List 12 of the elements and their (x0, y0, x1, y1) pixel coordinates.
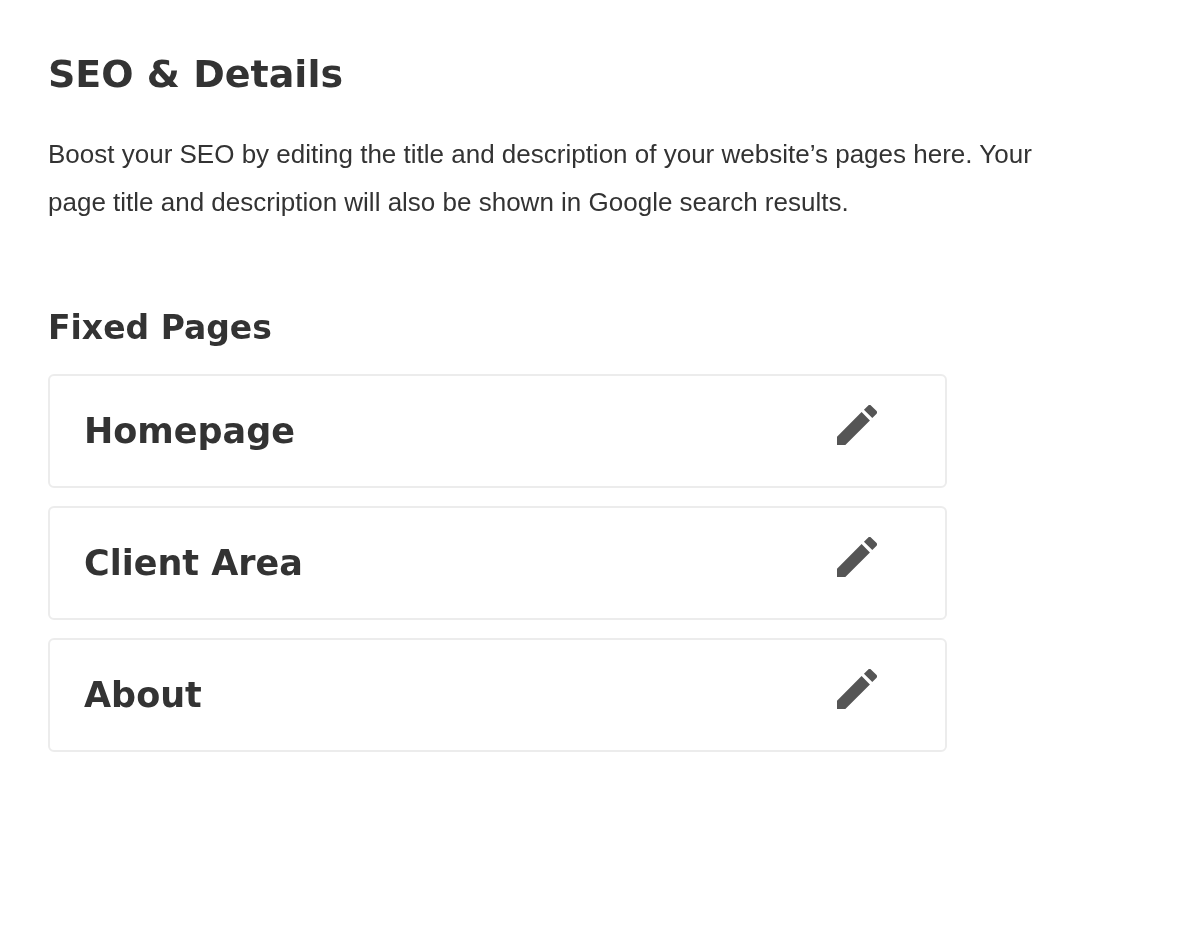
section-heading: Fixed Pages (48, 307, 273, 349)
page-name: Homepage (84, 411, 295, 451)
page-title: SEO & Details (48, 51, 345, 98)
pencil-icon[interactable] (837, 405, 877, 445)
page-row[interactable]: Client Area (48, 506, 947, 620)
page-name: Client Area (84, 543, 303, 583)
page-row[interactable]: Homepage (48, 374, 947, 488)
pencil-icon[interactable] (837, 537, 877, 577)
page-row[interactable]: About (48, 638, 947, 752)
pencil-icon[interactable] (837, 669, 877, 709)
description-text: Boost your SEO by editing the title and description of your website’s pages here. Your page title and description will also be shown in Google search results. (48, 138, 1033, 219)
page-name: About (84, 675, 202, 715)
